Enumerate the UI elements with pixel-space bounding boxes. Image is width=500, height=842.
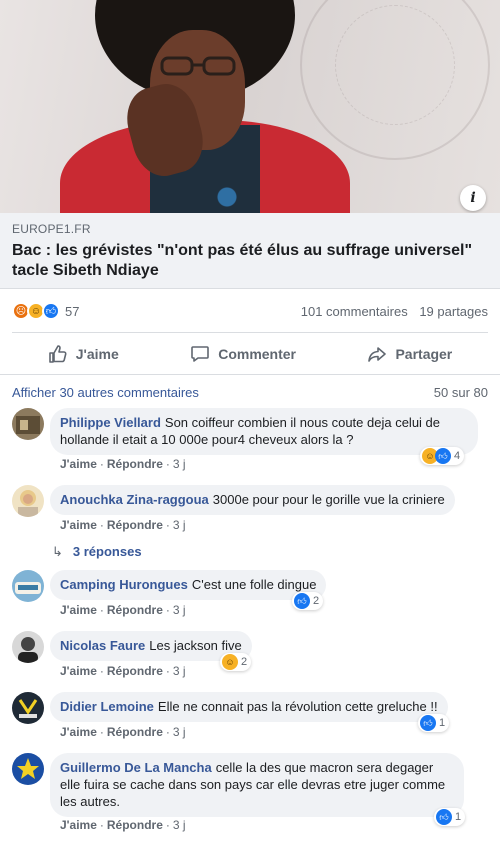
share-icon	[368, 346, 387, 362]
info-icon[interactable]: i	[460, 185, 486, 211]
like-reaction-icon: 👍︎	[294, 593, 310, 609]
comment-reply-link[interactable]: Répondre	[107, 603, 163, 617]
comment-text: Les jackson five	[149, 638, 242, 653]
reaction-count[interactable]: 57	[65, 304, 79, 319]
comment-time[interactable]: 3 j	[173, 664, 186, 678]
comment-author[interactable]: Guillermo De La Mancha	[60, 760, 212, 775]
show-more-comments-link[interactable]: Afficher 30 autres commentaires	[12, 385, 199, 400]
comment-reply-link[interactable]: Répondre	[107, 725, 163, 739]
photo-glasses	[160, 56, 236, 76]
comment-reactions[interactable]: 👍︎ 2	[292, 592, 324, 610]
like-button[interactable]: J'aime	[48, 344, 119, 364]
comment-reply-link[interactable]: Répondre	[107, 518, 163, 532]
comment-text: Elle ne connait pas la révolution cette …	[157, 699, 438, 714]
reactions-summary: ☹ ☺ 👍︎ 57 101 commentaires 19 partages	[0, 290, 500, 332]
avatar[interactable]	[12, 753, 44, 785]
comment-author[interactable]: Camping Hurongues	[60, 577, 188, 592]
reply-arrow-icon: ↳	[52, 544, 63, 559]
comment-author[interactable]: Nicolas Faure	[60, 638, 145, 653]
seal-inner-decoration	[335, 5, 455, 125]
reaction-count: 4	[454, 450, 461, 462]
divider	[0, 374, 500, 375]
comment-time[interactable]: 3 j	[173, 725, 186, 739]
comment-bubble: Anouchka Zina-raggoua 3000e pour pour le …	[50, 485, 455, 515]
comment-time[interactable]: 3 j	[173, 603, 186, 617]
shares-count[interactable]: 19 partages	[419, 304, 488, 319]
reaction-count: 2	[241, 656, 248, 668]
reaction-count: 1	[455, 811, 462, 823]
comment-like-link[interactable]: J'aime	[60, 664, 97, 678]
comment-like-link[interactable]: J'aime	[60, 725, 97, 739]
comment-meta: J'aime · Répondre · 3 j	[60, 664, 186, 678]
comment-label: Commenter	[218, 345, 296, 362]
like-reaction-icon: 👍︎	[435, 448, 451, 464]
comment-time[interactable]: 3 j	[173, 818, 186, 832]
comment-meta: J'aime · Répondre · 3 j	[60, 725, 186, 739]
avatar[interactable]	[12, 631, 44, 663]
haha-reaction-icon: ☺	[222, 654, 238, 670]
comment-bubble: Guillermo De La Mancha celle la des que m…	[50, 753, 464, 817]
comment-reply-link[interactable]: Répondre	[107, 457, 163, 471]
comments-count[interactable]: 101 commentaires	[301, 304, 408, 319]
like-reaction-icon: 👍︎	[436, 809, 452, 825]
avatar[interactable]	[12, 692, 44, 724]
comment-bubble: Didier Lemoine Elle ne connait pas la rév…	[50, 692, 448, 722]
like-reaction-icon: 👍︎	[420, 715, 436, 731]
comment-reactions[interactable]: ☺ 👍︎ 4	[420, 447, 465, 465]
comment-reply-link[interactable]: Répondre	[107, 818, 163, 832]
comment-bubble: Camping Hurongues C'est une folle dingue	[50, 570, 327, 600]
article-image[interactable]: i	[0, 0, 500, 213]
reaction-count: 2	[313, 595, 320, 607]
thumbs-up-icon	[48, 344, 67, 363]
comment-like-link[interactable]: J'aime	[60, 518, 97, 532]
action-bar: J'aime Commenter Partager	[12, 332, 488, 374]
comment-like-link[interactable]: J'aime	[60, 818, 97, 832]
comment-meta: J'aime · Répondre · 3 j	[60, 818, 186, 832]
comment-meta: J'aime · Répondre · 3 j	[60, 603, 186, 617]
comment-like-link[interactable]: J'aime	[60, 457, 97, 471]
comment-meta: J'aime · Répondre · 3 j	[60, 457, 186, 471]
comment-button[interactable]: Commenter	[190, 344, 296, 364]
avatar[interactable]	[12, 570, 44, 602]
comment-author[interactable]: Anouchka Zina-raggoua	[60, 492, 209, 507]
comment-author[interactable]: Didier Lemoine	[60, 699, 154, 714]
comment-text: C'est une folle dingue	[191, 577, 317, 592]
like-reaction-icon: 👍︎	[42, 302, 60, 320]
comment-bubble: Philippe Viellard Son coiffeur combien il…	[50, 408, 478, 455]
share-label: Partager	[395, 345, 453, 362]
view-replies-link[interactable]: ↳ 3 réponses	[52, 544, 142, 560]
replies-label: 3 réponses	[72, 544, 142, 559]
link-domain: EUROPE1.FR	[12, 222, 91, 236]
avatar[interactable]	[12, 485, 44, 517]
comment-reactions[interactable]: ☺ 2	[220, 653, 252, 671]
comment-author[interactable]: Philippe Viellard	[60, 415, 161, 430]
comments-shown-count: 50 sur 80	[433, 385, 488, 400]
comment-time[interactable]: 3 j	[173, 457, 186, 471]
comment-text: 3000e pour pour le gorille vue la crinie…	[212, 492, 445, 507]
link-preview[interactable]: EUROPE1.FR Bac : les grévistes "n'ont pa…	[0, 213, 500, 289]
comment-like-link[interactable]: J'aime	[60, 603, 97, 617]
share-button[interactable]: Partager	[367, 344, 452, 364]
comment-reactions[interactable]: 👍︎ 1	[434, 808, 466, 826]
reaction-icons[interactable]: ☹ ☺ 👍︎ 57	[12, 302, 79, 320]
comment-icon	[191, 345, 210, 362]
comment-reactions[interactable]: 👍︎ 1	[418, 714, 450, 732]
reaction-count: 1	[439, 717, 446, 729]
comments-header: Afficher 30 autres commentaires 50 sur 8…	[12, 385, 488, 400]
avatar[interactable]	[12, 408, 44, 440]
like-label: J'aime	[75, 345, 119, 362]
comment-reply-link[interactable]: Répondre	[107, 664, 163, 678]
comment-meta: J'aime · Répondre · 3 j	[60, 518, 186, 532]
comment-time[interactable]: 3 j	[173, 518, 186, 532]
link-title[interactable]: Bac : les grévistes "n'ont pas été élus …	[12, 241, 488, 281]
